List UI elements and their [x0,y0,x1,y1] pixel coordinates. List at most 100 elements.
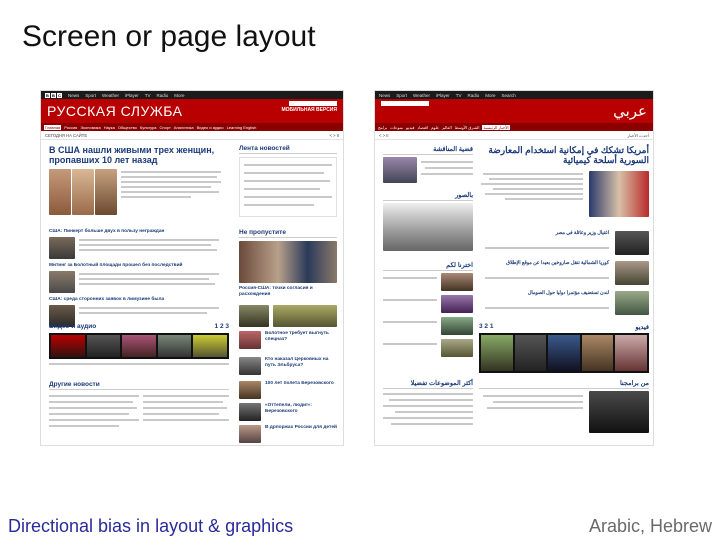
story-2: США: Пинкерт больше двух в пользу неграж… [49,229,165,234]
menu-item[interactable]: العالم [442,125,451,130]
nav-sport[interactable]: Sport [396,93,407,98]
case-title: قضية المناقشة [383,145,473,155]
russian-page-screenshot: BBC News Sport Weather iPlayer TV Radio … [40,90,344,446]
nav-tv[interactable]: TV [145,93,151,98]
nav-news[interactable]: News [68,93,79,98]
video-thumb[interactable] [157,335,192,357]
news-feed-title: Лента новостей [239,145,337,154]
menu-item[interactable]: منوعات [390,125,403,130]
mid-photo [615,261,649,285]
nav-weather[interactable]: Weather [102,93,119,98]
video-header: 3 2 1 فيديو [479,323,649,332]
menu-item[interactable]: Культура [140,125,157,130]
video-thumb[interactable] [51,335,85,357]
case-photo [383,157,417,183]
mid-link-wrap: لندن تستضيف مؤتمرا دوليا حول الصومال [479,291,609,297]
case-section: قضية المناقشة [383,145,473,155]
choose-section: اخترنا لكم [383,261,473,271]
photos-title: بالصور [383,191,473,201]
video-section-title: Видео и аудио [49,323,97,330]
video-thumb[interactable] [193,335,227,357]
caption-scripts: Arabic, Hebrew [588,516,712,536]
menu-item[interactable]: الشرق الأوسط [455,125,480,130]
side-link[interactable]: В дрпоржах России для детей [265,425,337,431]
dont-miss-caption-wrap: Россия-США: точки согласия и расхождения [239,286,337,298]
menu-item[interactable]: اقتصاد [417,125,428,130]
section-menu: الأخبار الرئيسية الشرق الأوسط العالم علو… [375,123,653,131]
mobile-version-link[interactable]: МОБИЛЬНАЯ ВЕРСИЯ [281,107,337,113]
nav-radio[interactable]: Radio [468,93,480,98]
menu-item[interactable]: Аналитика [174,125,194,130]
menu-item[interactable]: Learning English [227,125,257,130]
side-link[interactable]: Кто наказал Церковных на путь Эльбруса? [265,357,337,369]
nav-sport[interactable]: Sport [85,93,96,98]
menu-item[interactable]: علوم [431,125,439,130]
mid-photo [615,291,649,315]
video-section-title: فيديو [635,324,649,331]
brand-title[interactable]: РУССКАЯ СЛУЖБА [47,103,183,119]
menu-item[interactable]: Россия [64,125,77,130]
choose-thumb [441,317,473,335]
lead-story: أمريكا تشكك في إمكانية استخدام المعارضة … [479,145,649,165]
nav-weather[interactable]: Weather [413,93,430,98]
side-link[interactable]: «Оттепели, люди!»: Березовского [265,403,337,415]
lead-headline[interactable]: أمريكا تشكك في إمكانية استخدام المعارضة … [479,145,649,165]
story-3: Митинг за Болотный площади прошел без по… [49,263,183,268]
dont-miss-photo[interactable] [239,241,337,283]
nav-iplayer[interactable]: iPlayer [125,93,139,98]
lead-headline[interactable]: В США нашли живыми трех женщин, пропавши… [49,145,229,165]
side-link[interactable]: Болотное требует выгнуть спецназ? [265,331,337,343]
search-input[interactable] [289,101,337,106]
mid-link[interactable]: كوريا الشمالية تنقل صاروخين بعيدا عن موق… [479,261,609,267]
side-link[interactable]: 100 лет полета Березовского [265,381,337,387]
carousel-controls[interactable]: < > II [329,133,339,138]
menu-item-home[interactable]: الأخبار الرئيسية [482,124,510,130]
menu-item[interactable]: Спорт [160,125,171,130]
masthead: РУССКАЯ СЛУЖБА МОБИЛЬНАЯ ВЕРСИЯ [41,99,343,123]
menu-item[interactable]: Видео и аудио [197,125,224,130]
nav-iplayer[interactable]: iPlayer [436,93,450,98]
menu-item[interactable]: برامج [378,125,387,130]
video-thumb[interactable] [122,335,156,357]
carousel-controls[interactable]: < > II [379,133,389,138]
nav-news[interactable]: News [379,93,390,98]
nav-tv[interactable]: TV [456,93,462,98]
mid-link-wrap: كوريا الشمالية تنقل صاروخين بعيدا عن موق… [479,261,609,267]
news-feed-list [239,157,337,217]
bbc-logo[interactable]: BBC [45,92,62,98]
menu-item[interactable]: Общество [118,125,137,130]
story-2-photo [49,237,75,259]
latest-strip: < > II أحدث الأخبار [375,131,653,140]
photos-image[interactable] [383,203,473,251]
video-thumb[interactable] [514,335,547,371]
video-thumb[interactable] [481,335,513,371]
lead-photo[interactable] [589,171,649,217]
menu-item[interactable]: Наука [104,125,115,130]
video-strip [49,333,229,359]
nav-more[interactable]: More [174,93,184,98]
nav-radio[interactable]: Radio [157,93,169,98]
menu-item[interactable]: Экономика [80,125,100,130]
search-label[interactable]: Search [502,93,516,98]
video-thumb[interactable] [581,335,614,371]
bbc-global-bar: BBC News Sport Weather iPlayer TV Radio … [41,91,343,99]
video-thumb[interactable] [86,335,121,357]
menu-item-home[interactable]: Главная [44,124,62,130]
brand-title[interactable]: عربي [613,102,647,120]
video-thumb[interactable] [548,335,580,371]
search-input[interactable] [381,101,429,106]
choose-thumb [441,339,473,357]
other-news: Другие новости [49,381,229,390]
dont-miss-caption[interactable]: Россия-США: точки согласия и расхождения [239,286,337,298]
video-thumb[interactable] [615,335,647,371]
choose-title: اخترنا لكم [383,261,473,271]
mid-link[interactable]: اغتيال وزير وعائلة في مصر [479,231,609,237]
nav-more[interactable]: More [485,93,495,98]
masthead: عربي [375,99,653,123]
mid-link[interactable]: لندن تستضيف مؤتمرا دوليا حول الصومال [479,291,609,297]
video-pagination[interactable]: 1 2 3 [215,323,229,331]
programs-photo[interactable] [589,391,649,433]
lead-photo-1 [49,169,71,215]
menu-item[interactable]: فيديو [406,125,414,130]
video-pagination[interactable]: 3 2 1 [479,323,493,332]
